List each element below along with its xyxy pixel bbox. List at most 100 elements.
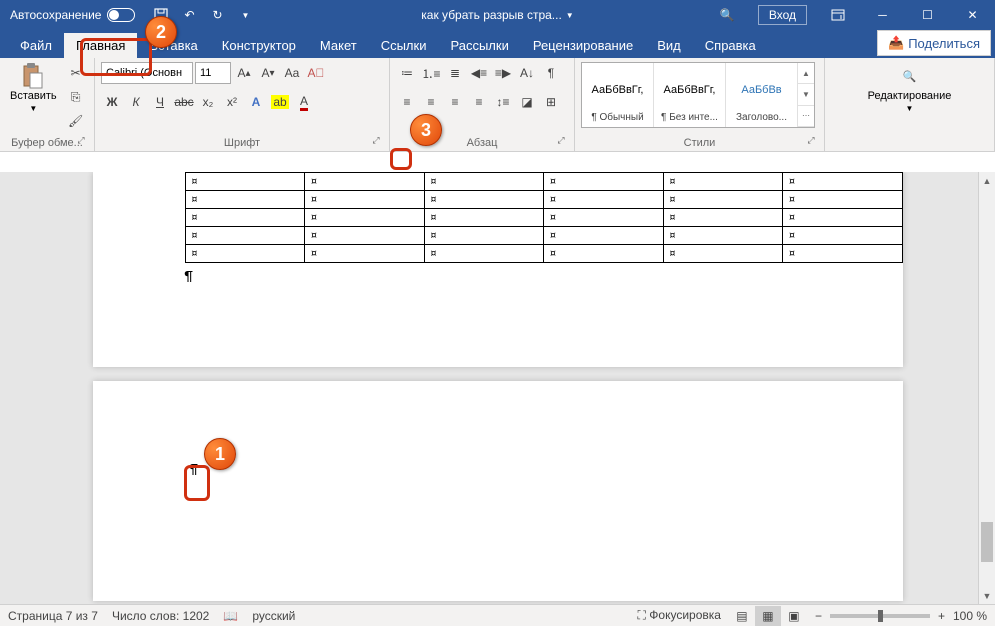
clear-format-button[interactable]: A⃠ [305, 62, 327, 84]
show-marks-button[interactable]: ¶ [540, 62, 562, 84]
zoom-out-button[interactable]: − [815, 609, 822, 623]
bullets-button[interactable]: ≔ [396, 62, 418, 84]
highlight-button[interactable]: ab [269, 91, 291, 113]
paste-icon [21, 64, 45, 88]
style-name: ¶ Без инте... [658, 112, 721, 123]
style-gallery[interactable]: АаБбВвГг, ¶ Обычный АаБбВвГг, ¶ Без инте… [581, 62, 815, 128]
print-layout-button[interactable]: ▦ [755, 606, 781, 626]
read-mode-button[interactable]: ▤ [729, 606, 755, 626]
title-dropdown-icon[interactable]: ▼ [566, 11, 574, 20]
paragraph-launcher[interactable]: ⤢ [554, 135, 568, 149]
align-left-button[interactable]: ≡ [396, 91, 418, 113]
tab-help[interactable]: Справка [693, 33, 768, 58]
zoom-in-button[interactable]: + [938, 609, 945, 623]
cut-button[interactable]: ✂ [65, 62, 87, 84]
minimize-button[interactable]: ─ [860, 0, 905, 30]
grow-font-button[interactable]: A▴ [233, 62, 255, 84]
tab-view[interactable]: Вид [645, 33, 693, 58]
close-button[interactable]: ✕ [950, 0, 995, 30]
document-area[interactable]: ¤¤¤¤¤¤ ¤¤¤¤¤¤ ¤¤¤¤¤¤ ¤¤¤¤¤¤ ¤¤¤¤¤¤ ¶ ¶ [0, 172, 995, 604]
zoom-slider[interactable] [830, 614, 930, 618]
share-label: Поделиться [908, 36, 980, 51]
qat-more-icon[interactable]: ▼ [235, 5, 255, 25]
style-name: Заголово... [730, 112, 793, 123]
callout-3: 3 [410, 114, 442, 146]
underline-button[interactable]: Ч [149, 91, 171, 113]
editing-button[interactable]: 🔍 Редактирование ▼ [864, 62, 956, 115]
bold-button[interactable]: Ж [101, 91, 123, 113]
font-group-label: Шрифт [224, 137, 260, 149]
search-icon[interactable]: 🔍 [720, 8, 750, 22]
style-preview: АаБбВвГг, [658, 67, 721, 112]
share-button[interactable]: 📤 Поделиться [877, 30, 991, 56]
language-indicator[interactable]: русский [252, 609, 295, 623]
multilevel-button[interactable]: ≣ [444, 62, 466, 84]
page-2: ¶ [93, 381, 903, 601]
style-preview: АаБбВвГг, [586, 67, 649, 112]
callout-1: 1 [204, 438, 236, 470]
style-heading[interactable]: АаБбВв Заголово... [726, 63, 798, 127]
borders-button[interactable]: ⊞ [540, 91, 562, 113]
undo-icon[interactable]: ↶ [179, 5, 199, 25]
paste-button[interactable]: Вставить ▼ [6, 62, 61, 115]
copy-button[interactable]: ⎘ [65, 86, 87, 108]
scroll-up-button[interactable]: ▲ [979, 172, 995, 189]
numbering-button[interactable]: ⒈≡ [420, 62, 442, 84]
group-clipboard: Вставить ▼ ✂ ⎘ 🖌 Буфер обме...⤢ [0, 58, 95, 151]
zoom-level[interactable]: 100 % [953, 609, 987, 623]
autosave-label: Автосохранение [10, 8, 101, 22]
login-button[interactable]: Вход [758, 5, 807, 25]
strike-button[interactable]: abc [173, 91, 195, 113]
tab-review[interactable]: Рецензирование [521, 33, 645, 58]
autosave-toggle[interactable] [107, 8, 135, 22]
spellcheck-icon[interactable]: 📖 [223, 609, 238, 623]
tab-mailings[interactable]: Рассылки [438, 33, 520, 58]
vertical-scrollbar[interactable]: ▲ ▼ [978, 172, 995, 604]
clipboard-launcher[interactable]: ⤢ [74, 135, 88, 149]
tab-file[interactable]: Файл [8, 33, 64, 58]
style-scroll[interactable]: ▲▼⋯ [798, 63, 814, 127]
text-effects-button[interactable]: A [245, 91, 267, 113]
superscript-button[interactable]: x² [221, 91, 243, 113]
align-center-button[interactable]: ≡ [420, 91, 442, 113]
font-size-input[interactable] [195, 62, 231, 84]
shrink-font-button[interactable]: A▾ [257, 62, 279, 84]
line-spacing-button[interactable]: ↕≡ [492, 91, 514, 113]
document-title: как убрать разрыв стра... [421, 8, 562, 22]
font-launcher[interactable]: ⤢ [369, 135, 383, 149]
document-table[interactable]: ¤¤¤¤¤¤ ¤¤¤¤¤¤ ¤¤¤¤¤¤ ¤¤¤¤¤¤ ¤¤¤¤¤¤ [185, 172, 903, 263]
italic-button[interactable]: К [125, 91, 147, 113]
maximize-button[interactable]: ☐ [905, 0, 950, 30]
clipboard-group-label: Буфер обме... [11, 137, 83, 149]
tab-design[interactable]: Конструктор [210, 33, 308, 58]
font-color-button[interactable]: A [293, 91, 315, 113]
scroll-thumb[interactable] [981, 522, 993, 562]
pilcrow-mark: ¶ [190, 461, 198, 478]
group-font: A▴ A▾ Aa A⃠ Ж К Ч abc x₂ x² A ab A Шрифт… [95, 58, 390, 151]
decrease-indent-button[interactable]: ◀≡ [468, 62, 490, 84]
change-case-button[interactable]: Aa [281, 62, 303, 84]
web-layout-button[interactable]: ▣ [781, 606, 807, 626]
shading-button[interactable]: ◪ [516, 91, 538, 113]
tab-layout[interactable]: Макет [308, 33, 369, 58]
justify-button[interactable]: ≡ [468, 91, 490, 113]
scroll-down-button[interactable]: ▼ [979, 587, 995, 604]
style-nospacing[interactable]: АаБбВвГг, ¶ Без инте... [654, 63, 726, 127]
focus-mode[interactable]: ⛶ Фокусировка [638, 608, 721, 623]
page-indicator[interactable]: Страница 7 из 7 [8, 609, 98, 623]
redo-icon[interactable]: ↻ [207, 5, 227, 25]
tab-home[interactable]: Главная [64, 33, 137, 58]
ribbon-options-icon[interactable] [815, 0, 860, 30]
align-right-button[interactable]: ≡ [444, 91, 466, 113]
font-name-input[interactable] [101, 62, 193, 84]
increase-indent-button[interactable]: ≡▶ [492, 62, 514, 84]
style-normal[interactable]: АаБбВвГг, ¶ Обычный [582, 63, 654, 127]
word-count[interactable]: Число слов: 1202 [112, 609, 209, 623]
subscript-button[interactable]: x₂ [197, 91, 219, 113]
tab-references[interactable]: Ссылки [369, 33, 439, 58]
sort-button[interactable]: A↓ [516, 62, 538, 84]
styles-launcher[interactable]: ⤢ [804, 135, 818, 149]
statusbar: Страница 7 из 7 Число слов: 1202 📖 русск… [0, 604, 995, 626]
format-painter-button[interactable]: 🖌 [65, 110, 87, 132]
chevron-down-icon: ▼ [906, 104, 914, 113]
